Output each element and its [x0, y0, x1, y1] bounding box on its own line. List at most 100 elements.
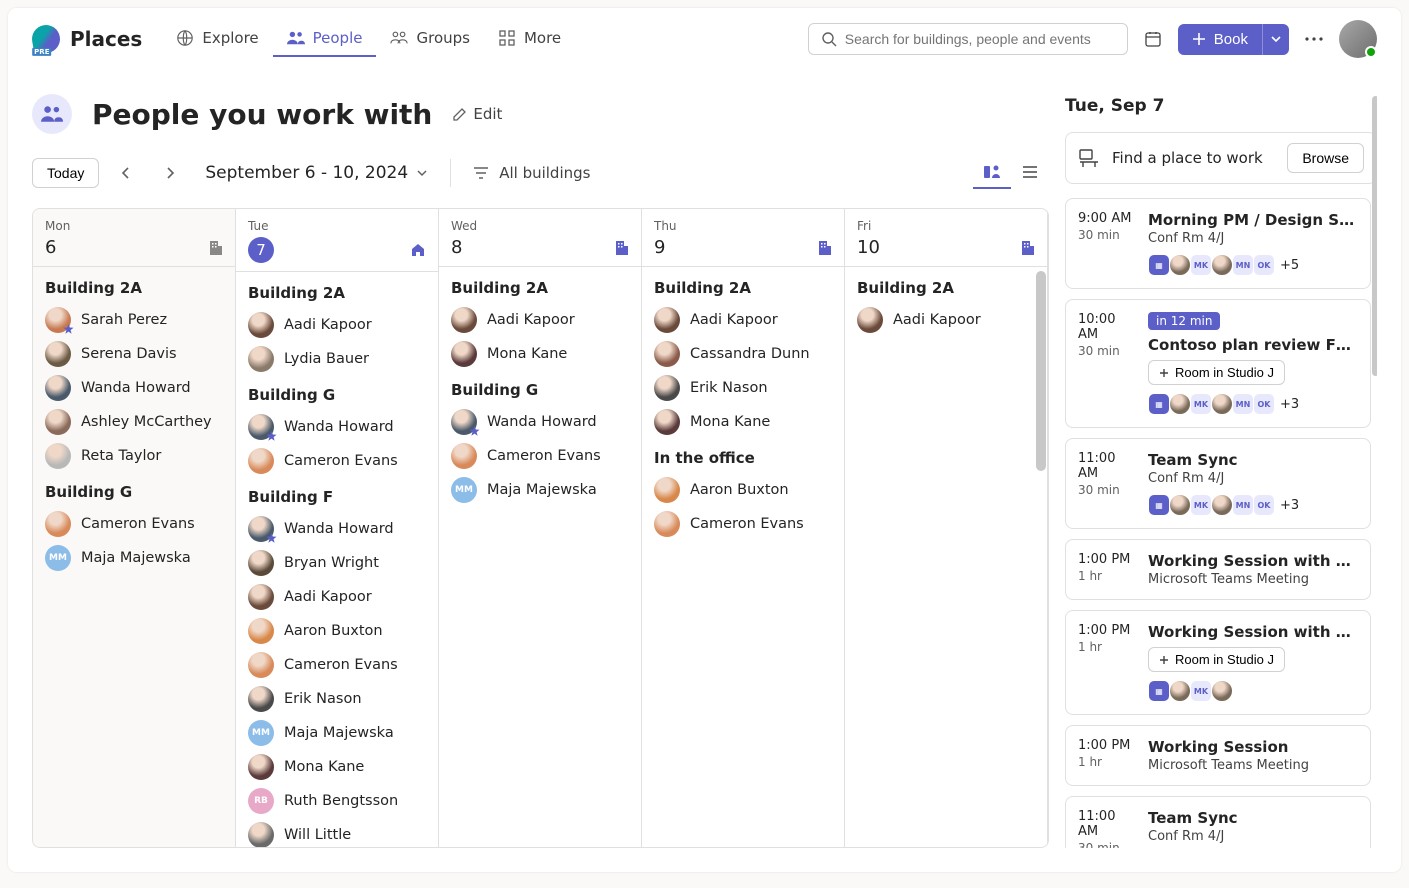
search-input[interactable] [845, 31, 1115, 47]
person-row[interactable]: Mona Kane [654, 409, 832, 435]
avatar [45, 443, 71, 469]
event-card[interactable]: 1:00 PM1 hrWorking SessionMicrosoft Team… [1065, 725, 1371, 786]
plus-icon [1159, 368, 1169, 378]
day-header[interactable]: Thu9 [642, 209, 844, 267]
star-icon [469, 426, 480, 437]
event-main: Morning PM / Design SyncConf Rm 4/J▦MKMN… [1148, 211, 1358, 276]
person-row[interactable]: Wanda Howard [248, 516, 426, 542]
person-row[interactable]: Erik Nason [248, 686, 426, 712]
event-card[interactable]: 9:00 AM30 minMorning PM / Design SyncCon… [1065, 198, 1371, 289]
person-row[interactable]: Cameron Evans [248, 652, 426, 678]
person-row[interactable]: Ashley McCarthey [45, 409, 223, 435]
person-row[interactable]: Wanda Howard [248, 414, 426, 440]
event-card[interactable]: 1:00 PM1 hrWorking Session with a very..… [1065, 610, 1371, 715]
person-row[interactable]: Aaron Buxton [654, 477, 832, 503]
browse-button[interactable]: Browse [1287, 143, 1364, 173]
location-title: Building 2A [451, 279, 629, 297]
add-room-button[interactable]: Room in Studio J [1148, 360, 1285, 385]
day-header[interactable]: Mon6 [33, 209, 235, 267]
person-row[interactable]: Mona Kane [451, 341, 629, 367]
person-row[interactable]: Aadi Kapoor [248, 584, 426, 610]
event-card[interactable]: 11:00 AM30 minTeam SyncConf Rm 4/J▦MKMNO… [1065, 438, 1371, 529]
avatar [654, 375, 680, 401]
prev-week-button[interactable] [109, 156, 143, 190]
right-panel-scrollbar[interactable] [1372, 96, 1377, 848]
person-row[interactable]: Reta Taylor [45, 443, 223, 469]
nav-people[interactable]: People [273, 21, 377, 57]
location-group: Building 2AAadi KapoorCassandra DunnErik… [654, 279, 832, 435]
person-row[interactable]: MMMaja Majewska [451, 477, 629, 503]
search-box[interactable] [808, 23, 1128, 55]
book-button[interactable]: Book [1178, 24, 1262, 55]
event-main: Working SessionMicrosoft Teams Meeting [1148, 738, 1358, 773]
attendee-chip: MK [1190, 254, 1212, 276]
person-row[interactable]: Cameron Evans [45, 511, 223, 537]
overflow-button[interactable] [1297, 22, 1331, 56]
day-header[interactable]: Wed8 [439, 209, 641, 267]
view-list-button[interactable] [1011, 157, 1049, 189]
doc-chip-icon: ▦ [1148, 254, 1170, 276]
room-label: Room in Studio J [1175, 652, 1274, 667]
building-filter[interactable]: All buildings [473, 164, 590, 182]
event-card[interactable]: 1:00 PM1 hrWorking Session with a very..… [1065, 539, 1371, 600]
person-row[interactable]: Serena Davis [45, 341, 223, 367]
facepile: ▦MKMNOK+3 [1148, 494, 1358, 516]
event-location: Conf Rm 4/J [1148, 231, 1358, 246]
person-row[interactable]: Wanda Howard [451, 409, 629, 435]
add-room-button[interactable]: Room in Studio J [1148, 647, 1285, 672]
location-icon [410, 242, 426, 258]
search-icon [821, 31, 837, 47]
desk-icon [1078, 148, 1100, 168]
app-logo[interactable]: Places [32, 25, 142, 53]
day-header[interactable]: Fri10 [845, 209, 1047, 267]
me-avatar[interactable] [1339, 20, 1377, 58]
person-row[interactable]: Aadi Kapoor [654, 307, 832, 333]
person-row[interactable]: Aadi Kapoor [248, 312, 426, 338]
person-row[interactable]: Aadi Kapoor [857, 307, 1035, 333]
event-card[interactable]: 10:00 AM30 minin 12 minContoso plan revi… [1065, 299, 1371, 428]
person-row[interactable]: Cameron Evans [451, 443, 629, 469]
day-header[interactable]: Tue7 [236, 209, 438, 272]
person-row[interactable]: RBRuth Bengtsson [248, 788, 426, 814]
person-row[interactable]: Sarah Perez [45, 307, 223, 333]
location-group: Building GCameron EvansMMMaja Majewska [45, 483, 223, 571]
person-row[interactable]: MMMaja Majewska [45, 545, 223, 571]
person-row[interactable]: Cameron Evans [654, 511, 832, 537]
person-row[interactable]: Aaron Buxton [248, 618, 426, 644]
person-name: Cameron Evans [81, 516, 195, 532]
person-row[interactable]: Mona Kane [248, 754, 426, 780]
find-place-label: Find a place to work [1112, 149, 1275, 167]
location-icon [209, 240, 223, 256]
book-dropdown[interactable] [1262, 24, 1289, 55]
person-row[interactable]: MMMaja Majewska [248, 720, 426, 746]
person-row[interactable]: Erik Nason [654, 375, 832, 401]
event-card[interactable]: 11:00 AM30 minTeam SyncConf Rm 4/J [1065, 796, 1371, 848]
nav-groups[interactable]: Groups [376, 21, 483, 57]
day-number: 7 [248, 237, 274, 263]
person-name: Aaron Buxton [284, 623, 383, 639]
view-people-button[interactable] [973, 157, 1011, 189]
calendar-button[interactable] [1136, 22, 1170, 56]
person-row[interactable]: Bryan Wright [248, 550, 426, 576]
person-row[interactable]: Cameron Evans [248, 448, 426, 474]
doc-chip-icon: ▦ [1148, 494, 1170, 516]
person-row[interactable]: Wanda Howard [45, 375, 223, 401]
nav-explore[interactable]: Explore [162, 21, 272, 57]
next-week-button[interactable] [153, 156, 187, 190]
person-row[interactable]: Cassandra Dunn [654, 341, 832, 367]
attendee-chip: MN [1232, 494, 1254, 516]
avatar [45, 341, 71, 367]
person-row[interactable]: Will Little [248, 822, 426, 847]
person-row[interactable]: Aadi Kapoor [451, 307, 629, 333]
date-range-picker[interactable]: September 6 - 10, 2024 [205, 163, 428, 183]
person-row[interactable]: Lydia Bauer [248, 346, 426, 372]
grid-scrollbar[interactable] [1036, 271, 1046, 845]
person-name: Sarah Perez [81, 312, 167, 328]
today-button[interactable]: Today [32, 158, 99, 188]
attendee-avatar [1211, 393, 1233, 415]
plus-icon [1192, 32, 1206, 46]
nav-more[interactable]: More [484, 21, 575, 57]
edit-button[interactable]: Edit [452, 105, 502, 123]
list-view-icon [1022, 165, 1038, 179]
event-time-col: 11:00 AM30 min [1078, 809, 1134, 848]
